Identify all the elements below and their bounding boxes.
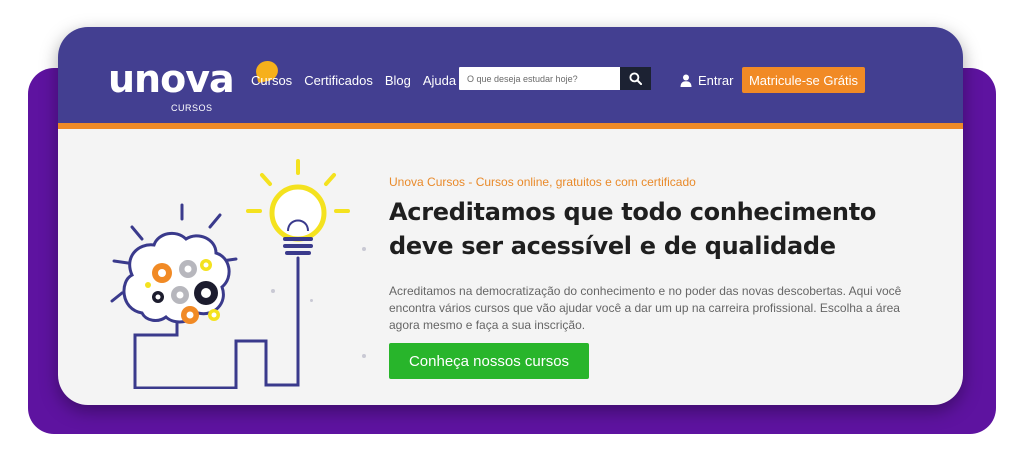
decor-dot — [362, 354, 366, 358]
hero-content: Unova Cursos - Cursos online, gratuitos … — [389, 175, 929, 334]
brain-lightbulb-illustration — [110, 159, 350, 389]
user-icon — [680, 74, 692, 87]
hero-kicker: Unova Cursos - Cursos online, gratuitos … — [389, 175, 696, 189]
site-logo[interactable]: unova CURSOS — [108, 45, 280, 113]
decor-dot — [362, 247, 366, 251]
logo-wordmark: unova — [108, 57, 235, 101]
search-icon — [629, 72, 642, 85]
nav-item-certificados[interactable]: Certificados — [304, 73, 373, 88]
main-nav: Cursos Certificados Blog Ajuda — [251, 73, 456, 88]
header-bar: unova CURSOS Cursos Certificados Blog Aj… — [58, 27, 963, 123]
decor-dot — [271, 289, 275, 293]
lightbulb-icon — [246, 159, 350, 255]
page-card: unova CURSOS Cursos Certificados Blog Aj… — [58, 27, 963, 405]
login-link[interactable]: Entrar — [680, 73, 733, 88]
hero-description: Acreditamos na democratização do conheci… — [389, 284, 902, 332]
nav-item-ajuda[interactable]: Ajuda — [423, 73, 456, 88]
decor-dot — [310, 299, 313, 302]
enroll-free-button[interactable]: Matricule-se Grátis — [742, 67, 865, 93]
logo-subtitle: CURSOS — [171, 103, 213, 113]
hero-headline: Acreditamos que todo conhecimento deve s… — [389, 198, 877, 260]
nav-item-cursos[interactable]: Cursos — [251, 73, 292, 88]
nav-item-blog[interactable]: Blog — [385, 73, 411, 88]
header-divider — [58, 123, 963, 129]
explore-courses-button[interactable]: Conheça nossos cursos — [389, 343, 589, 379]
search-button[interactable] — [620, 67, 651, 90]
login-label: Entrar — [698, 73, 734, 88]
